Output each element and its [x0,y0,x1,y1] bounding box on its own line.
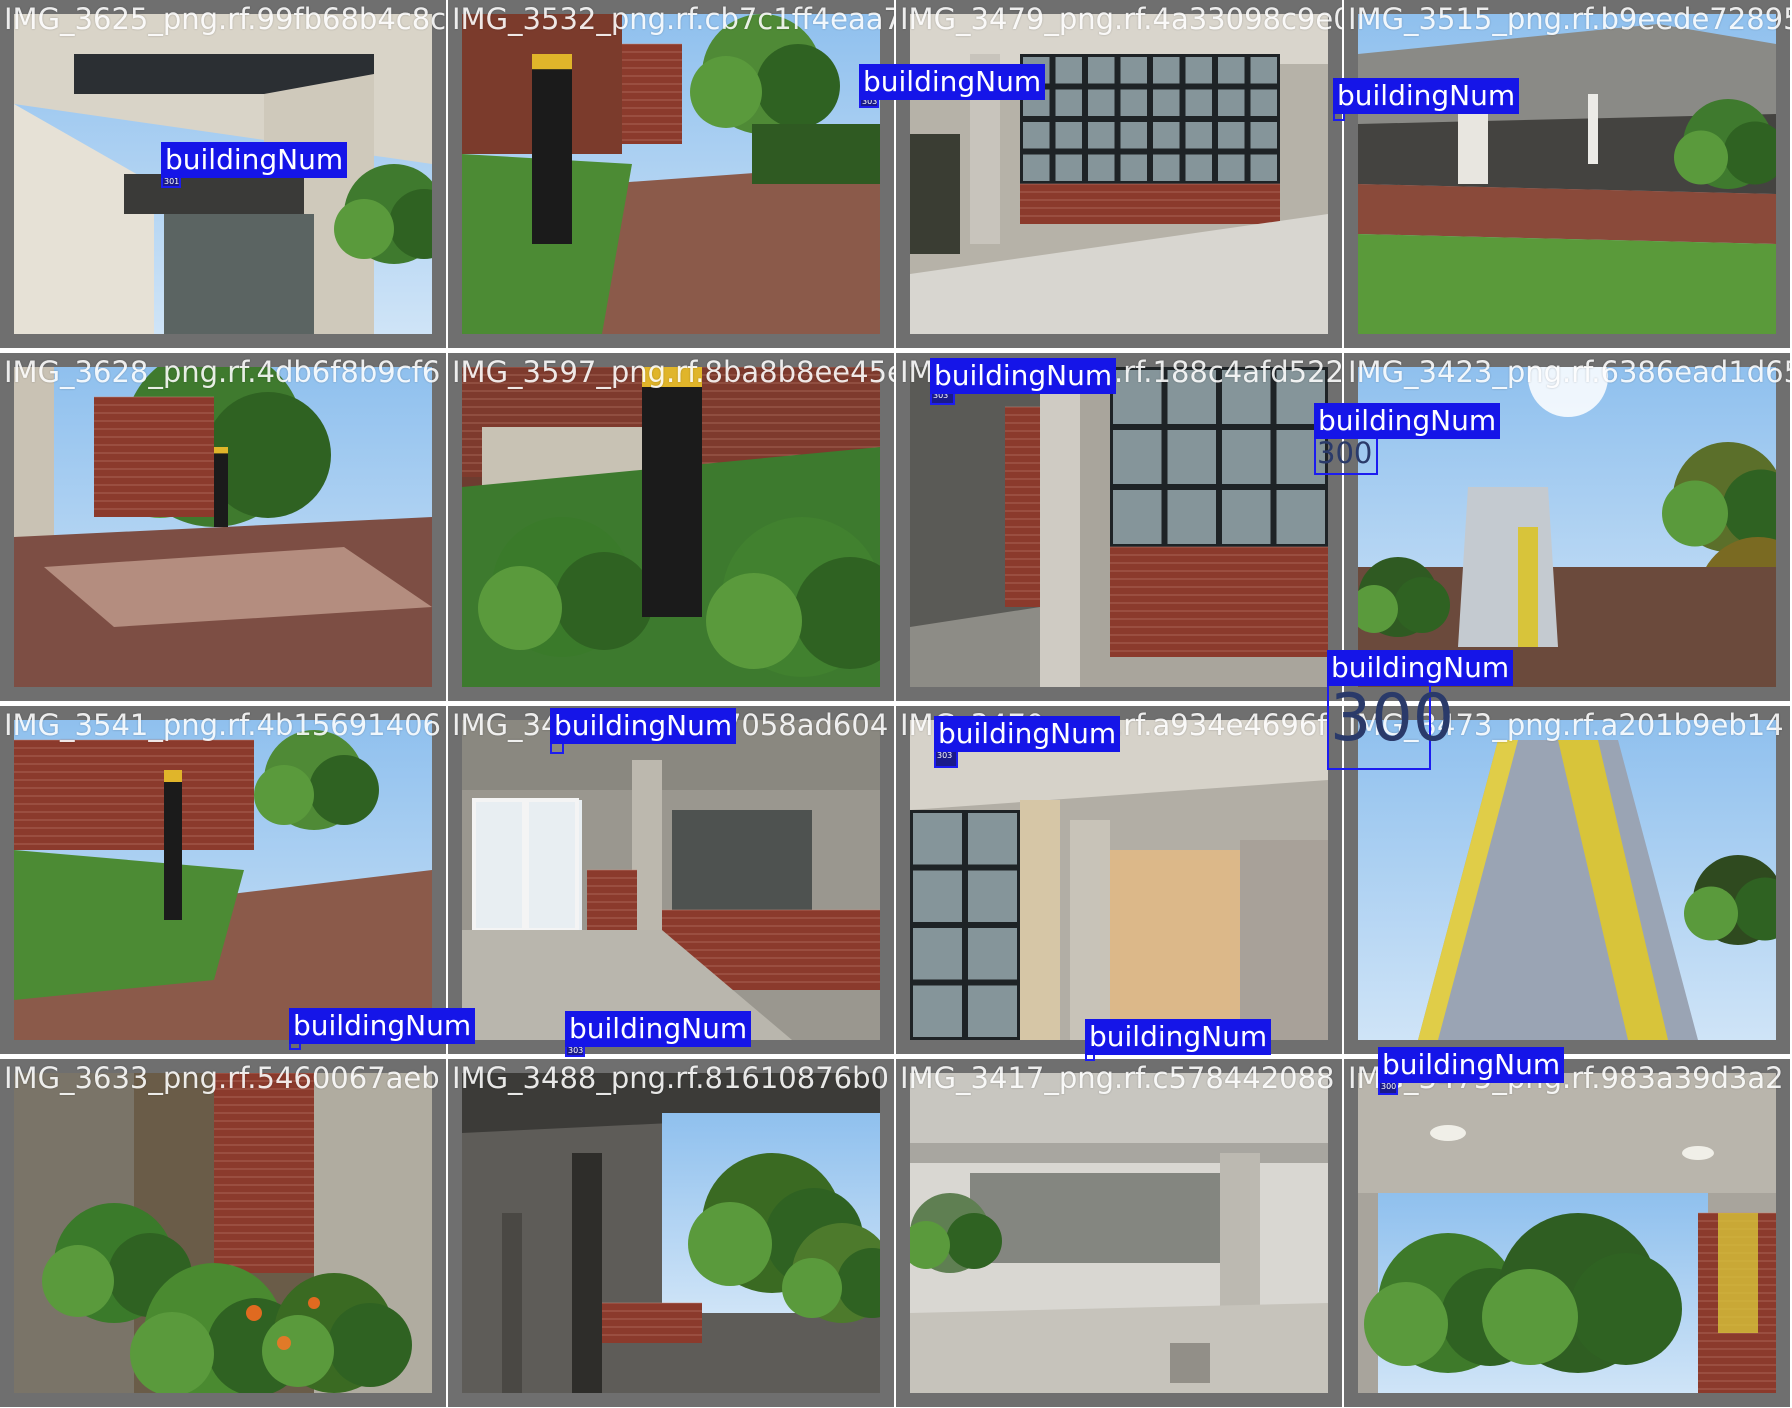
image-tile: IMG_3479_png.rf.4a33098c9e0 [896,0,1342,348]
image-filename: IMG_3633_png.rf.5460067aeb [4,1061,440,1095]
image-filename: IMG_3541_png.rf.4b15691406 [4,708,441,742]
image-tile: IMG_3470_png.rf.a934e4696f [896,706,1342,1054]
detection-box: 303 [934,750,958,768]
detection-label: buildingNum [1378,1047,1565,1083]
image-tile: IMG_3515_png.rf.b9eede72895 [1344,0,1790,348]
detection-label: buildingNum [1314,403,1501,439]
scene-photo [1358,14,1776,334]
photo [910,14,1328,334]
image-tile: IMG_3488_png.rf.81610876b0 [448,1059,894,1407]
image-tile: IMG_3532_png.rf.cb7c1ff4eaa7b [448,0,894,348]
image-filename: IMG_3488_png.rf.81610876b0 [452,1061,889,1095]
image-tile: IMG_3429_png.rf.47058ad604 [448,706,894,1054]
detection-box: 300 [1378,1081,1398,1095]
detection-label: buildingNum [934,716,1121,752]
detection-label: buildingNum [161,142,348,178]
detection-label: buildingNum [1327,650,1514,686]
photo [14,1073,432,1393]
detection-label: buildingNum [565,1011,752,1047]
image-tile: IMG_3412_png.rf.188c4afd522 [896,353,1342,701]
image-tile: IMG_3417_png.rf.c578442088 [896,1059,1342,1407]
detection-grid: IMG_3625_png.rf.99fb68b4c8c5fcc55f0fag I… [0,0,1792,1408]
building-number-plate: 303 [568,1046,584,1055]
scene-photo [910,14,1328,334]
image-filename: IMG_3597_png.rf.8ba8b8ee45e [452,355,894,389]
photo [462,367,880,687]
photo [14,367,432,687]
scene-photo [462,367,880,687]
detection-label: buildingNum [859,64,1046,100]
image-filename: IMG_3479_png.rf.4a33098c9e0 [900,2,1342,36]
image-filename: IMG_3628_png.rf.4db6f8b9cf6 [4,355,441,389]
detection-label: buildingNum [550,708,737,744]
photo [462,1073,880,1393]
scene-photo [14,720,432,1040]
scene-photo [462,720,880,1040]
image-filename: IMG_3423_png.rf.6386ead1d65 [1348,355,1790,389]
detection-label: buildingNum [289,1008,476,1044]
photo [462,14,880,334]
photo [910,1073,1328,1393]
detection-label: buildingNum [930,358,1117,394]
scene-photo [910,720,1328,1040]
detection-box: 300 [1314,437,1378,475]
detection-box: 300 [1327,684,1454,770]
building-number-plate: 303 [937,751,953,760]
image-tile: IMG_3628_png.rf.4db6f8b9cf6 [0,353,446,701]
scene-photo [910,367,1328,687]
scene-photo [1358,1073,1776,1393]
image-tile: IMG_3597_png.rf.8ba8b8ee45e [448,353,894,701]
building-number-plate: 301 [164,177,180,186]
image-filename: IMG_3515_png.rf.b9eede72895 [1348,2,1790,36]
detection-label: buildingNum [1333,78,1520,114]
photo [910,720,1328,1040]
photo [1358,1073,1776,1393]
scene-photo [910,1073,1328,1393]
scene-photo [14,1073,432,1393]
photo [14,720,432,1040]
scene-photo [462,14,880,334]
image-tile: IMG_3475_png.rf.983a39d3a2 [1344,1059,1790,1407]
photo [910,367,1328,687]
image-tile: IMG_3541_png.rf.4b15691406 [0,706,446,1054]
image-tile: IMG_3633_png.rf.5460067aeb [0,1059,446,1407]
detection-label: buildingNum [1085,1019,1272,1055]
building-number-plate: 300 [1317,436,1373,470]
building-number-plate: 300 [1330,681,1455,756]
building-number-plate: 300 [1381,1082,1397,1091]
scene-photo [462,1073,880,1393]
image-filename: IMG_3625_png.rf.99fb68b4c8c5fcc55f0fag [4,2,446,36]
photo [462,720,880,1040]
image-filename: IMG_3532_png.rf.cb7c1ff4eaa7b [452,2,894,36]
scene-photo [14,367,432,687]
photo [1358,14,1776,334]
image-filename: IMG_3417_png.rf.c578442088 [900,1061,1335,1095]
